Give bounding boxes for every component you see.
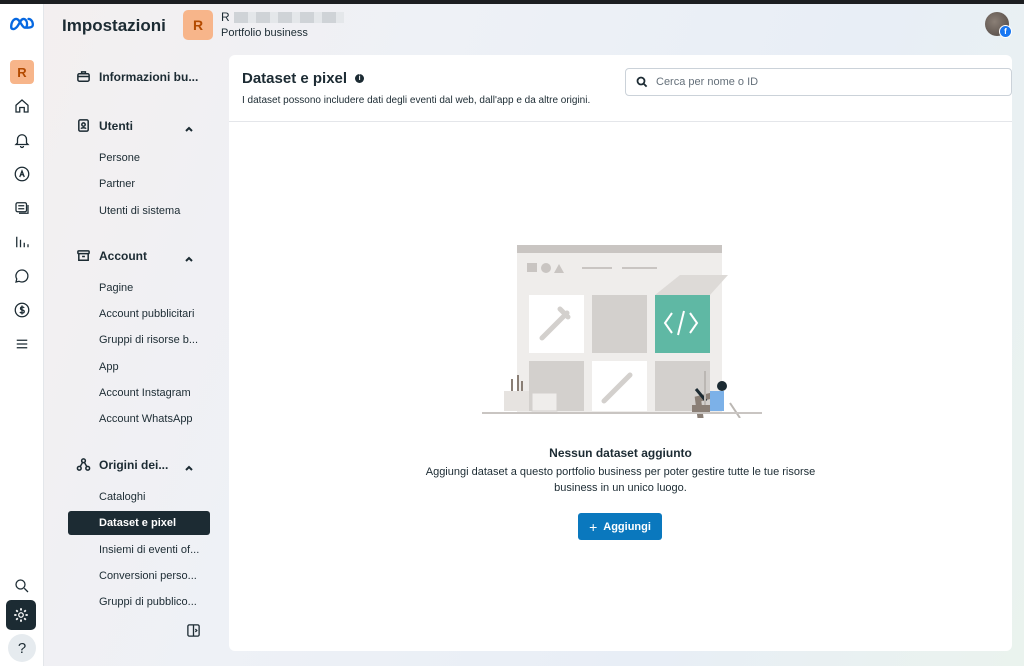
section-title: Dataset e pixel i [242,70,365,87]
plus-icon: + [589,518,598,535]
business-name-initial: R [221,10,230,24]
chevron-up-icon[interactable] [184,251,194,262]
sidebar-item-persone[interactable]: Persone [99,152,140,164]
sidebar-item-offline-events[interactable]: Insiemi di eventi of... [99,544,199,556]
sidebar-item-custom-conversions[interactable]: Conversioni perso... [99,570,197,582]
sidebar-item-pages[interactable]: Pagine [99,282,133,294]
chat-icon[interactable] [8,262,36,290]
sidebar-group-users[interactable]: Utenti [76,118,133,133]
help-icon[interactable]: ? [8,634,36,662]
add-dataset-button[interactable]: + Aggiungi [578,513,662,540]
collapse-sidebar-icon[interactable] [186,623,202,639]
insights-icon[interactable] [8,228,36,256]
chevron-up-icon[interactable] [184,121,194,132]
briefcase-icon [77,71,90,82]
main-panel: Dataset e pixel i I dataset possono incl… [229,55,1012,651]
chevron-up-icon[interactable] [184,460,194,471]
add-button-label: Aggiungi [603,520,651,533]
sidebar-item-system-users[interactable]: Utenti di sistema [99,205,180,217]
compass-icon[interactable] [8,160,36,188]
empty-state-illustration [482,245,762,418]
redacted-name [233,11,344,23]
sidebar-item-instagram[interactable]: Account Instagram [99,387,191,399]
search-icon[interactable] [8,572,36,600]
empty-state-title: Nessun dataset aggiunto [549,446,692,460]
bell-icon[interactable] [8,126,36,154]
section-description: I dataset possono includere dati degli e… [242,95,591,106]
sidebar-item-asset-groups[interactable]: Gruppi di risorse b... [99,334,198,346]
content-icon[interactable] [8,194,36,222]
sidebar-item-catalogs[interactable]: Cataloghi [99,491,145,503]
sidebar-item-ad-accounts[interactable]: Account pubblicitari [99,308,194,320]
data-sources-icon [76,458,91,471]
sidebar-item-whatsapp[interactable]: Account WhatsApp [99,413,193,425]
sidebar-item-partner[interactable]: Partner [99,178,135,190]
user-avatar[interactable]: f [985,12,1012,38]
sidebar-group-data-sources[interactable]: Origini dei... [76,457,168,472]
business-avatar[interactable]: R [183,10,213,40]
sidebar-item-business-info[interactable]: Informazioni bu... [76,69,198,84]
section-title-text: Dataset e pixel [242,70,348,87]
user-badge-icon [78,119,89,132]
business-name[interactable]: R [221,10,344,24]
sidebar-group-label: Origini dei... [99,457,169,472]
meta-logo-icon[interactable] [8,10,36,38]
sidebar-group-label: Account [99,248,147,263]
sidebar-item-datasets-active[interactable]: Dataset e pixel [68,511,210,535]
settings-gear-icon[interactable] [6,600,36,630]
sidebar-group-account[interactable]: Account [76,248,147,263]
archive-icon [77,250,90,261]
dollar-icon[interactable] [8,296,36,324]
left-rail: R ? [0,4,44,666]
sidebar-item-label: Informazioni bu... [99,69,199,84]
empty-state-description: Aggiungi dataset a questo portfolio busi… [425,466,816,494]
page-title: Impostazioni [62,16,166,35]
panel-header: Dataset e pixel i I dataset possono incl… [229,55,1012,122]
menu-icon[interactable] [8,330,36,358]
settings-sidebar: Informazioni bu... Utenti Persone Partne… [44,55,229,666]
sidebar-group-label: Utenti [99,118,133,133]
search-input[interactable] [654,75,988,89]
sidebar-item-apps[interactable]: App [99,361,119,373]
home-icon[interactable] [8,92,36,120]
business-subtitle: Portfolio business [221,27,308,39]
facebook-badge-icon: f [999,25,1012,38]
sidebar-item-audience-groups[interactable]: Gruppi di pubblico... [99,596,197,608]
business-avatar-rail[interactable]: R [8,58,36,86]
search-icon [636,76,648,88]
search-box[interactable] [625,68,1012,96]
info-icon[interactable]: i [355,74,365,83]
